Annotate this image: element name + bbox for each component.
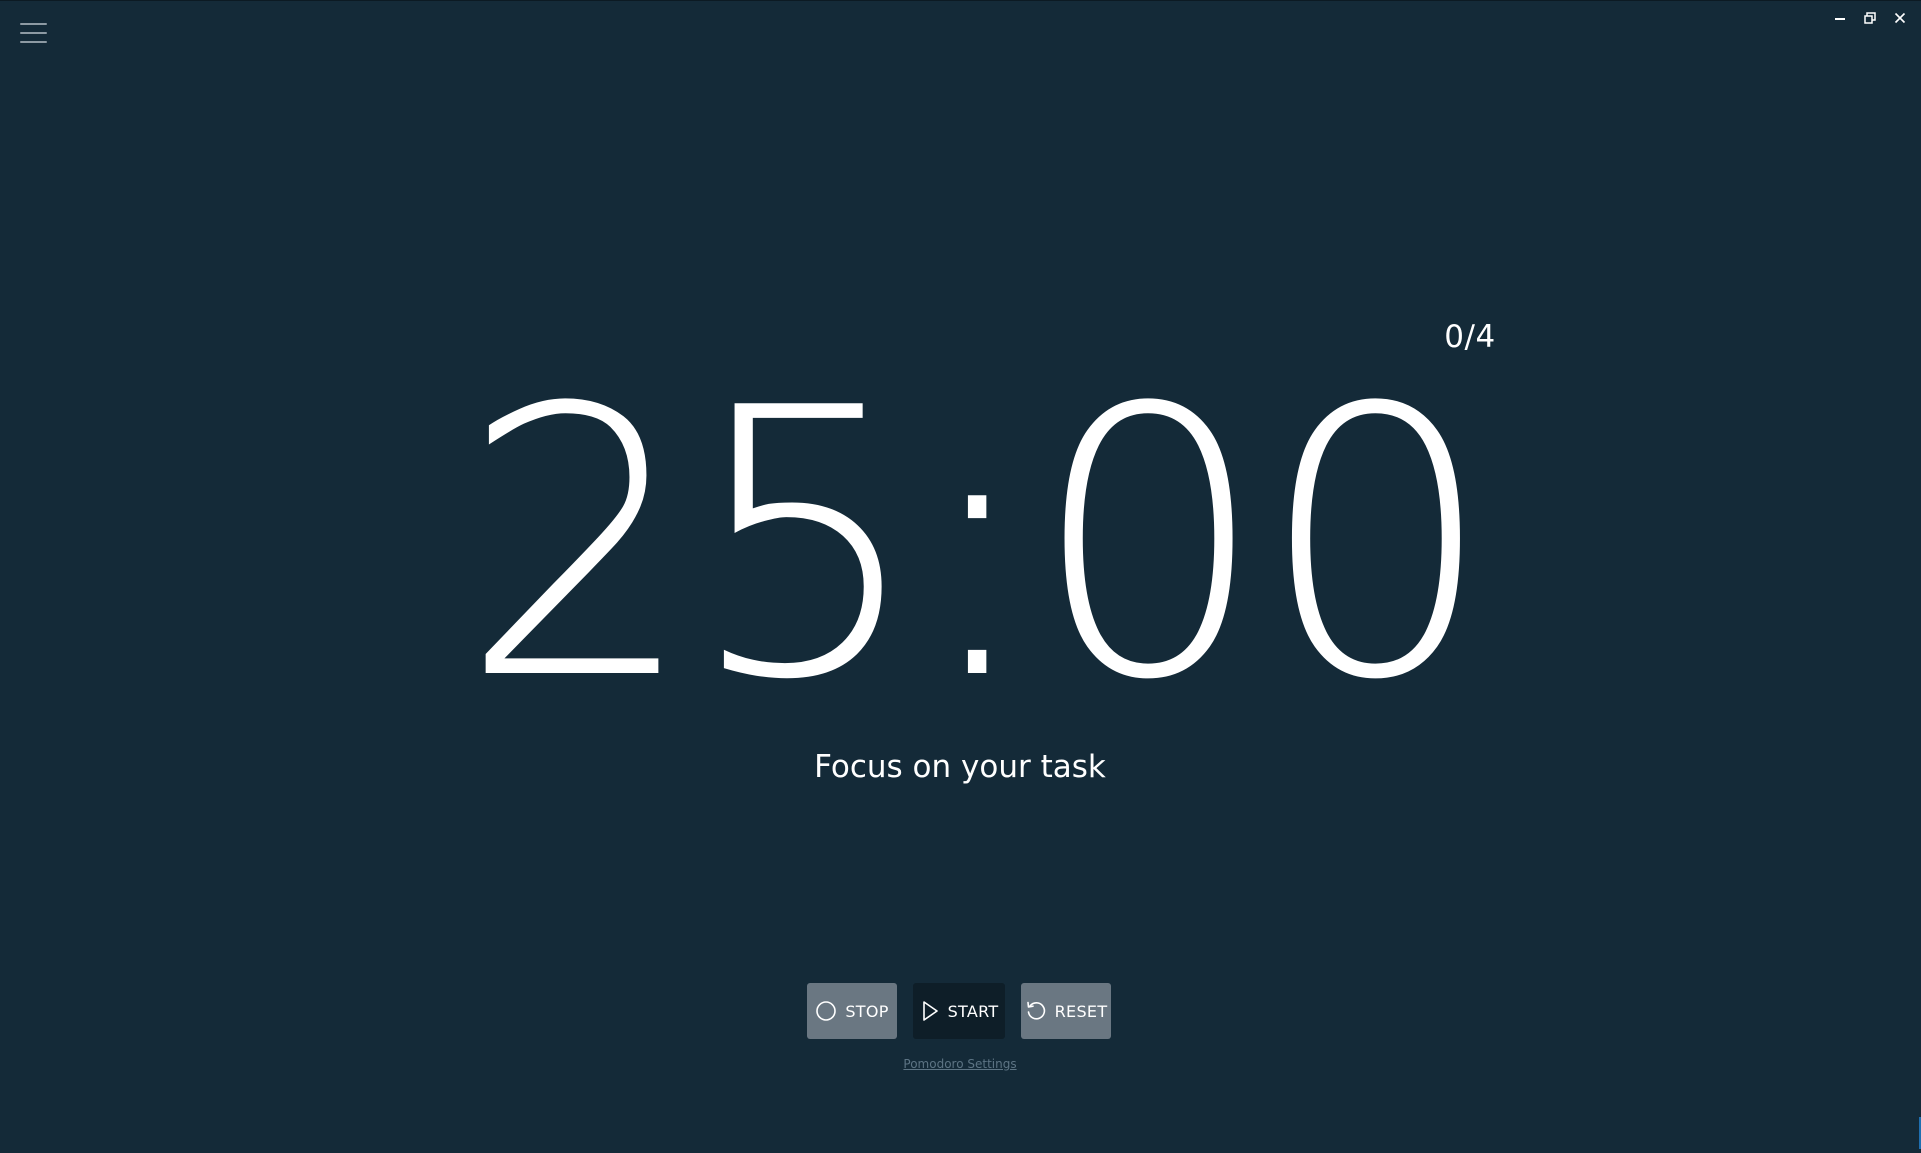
pomodoro-settings-link[interactable]: Pomodoro Settings — [860, 1057, 1060, 1071]
reset-button-label: RESET — [1054, 1001, 1108, 1021]
menu-bar-bottom — [20, 41, 47, 43]
window-controls — [1827, 7, 1913, 29]
circle-icon — [816, 1001, 837, 1021]
stop-button[interactable]: STOP — [807, 983, 897, 1039]
restore-icon[interactable] — [1857, 7, 1883, 29]
reset-button[interactable]: RESET — [1021, 983, 1111, 1039]
start-button[interactable]: START — [913, 983, 1005, 1039]
stop-button-label: STOP — [845, 1001, 889, 1021]
close-icon[interactable] — [1887, 7, 1913, 29]
play-icon — [922, 1001, 938, 1021]
status-message: Focus on your task — [814, 749, 1106, 785]
hamburger-menu-icon[interactable] — [18, 19, 47, 47]
start-button-label: START — [947, 1001, 999, 1021]
minimize-icon[interactable] — [1827, 7, 1853, 29]
menu-bar-middle — [20, 32, 47, 34]
menu-bar-top — [20, 23, 47, 25]
reset-icon — [1026, 1001, 1045, 1020]
timer-controls: STOP START RESET — [807, 983, 1111, 1039]
timer-display: 25:00 — [460, 331, 1494, 761]
pomodoro-app-window: 0/4 25:00 Focus on your task STOP START … — [0, 0, 1921, 1153]
